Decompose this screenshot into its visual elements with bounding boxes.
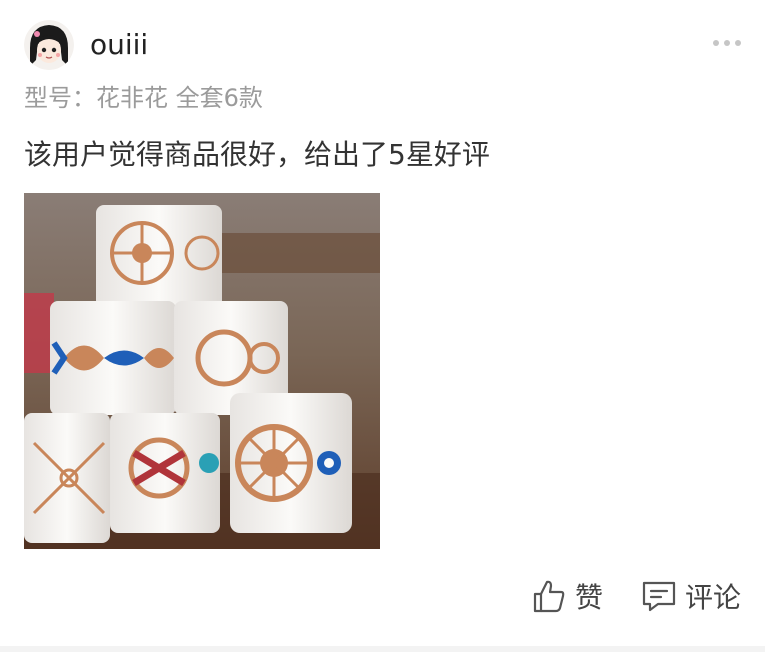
post-header: ouiii: [24, 18, 745, 72]
action-bar: 赞 评论: [531, 578, 741, 618]
bottom-divider: [0, 646, 765, 652]
username[interactable]: ouiii: [90, 31, 148, 59]
comment-label: 评论: [684, 581, 741, 614]
comment-button[interactable]: 评论: [641, 578, 741, 618]
review-photo[interactable]: [24, 193, 380, 549]
comment-bubble-icon: [641, 578, 677, 618]
product-model: 型号：花非花 全套6款: [24, 84, 263, 112]
more-dots-icon[interactable]: [713, 40, 741, 46]
like-label: 赞: [574, 581, 603, 614]
review-text: 该用户觉得商品很好，给出了5星好评: [24, 138, 490, 171]
like-button[interactable]: 赞: [531, 578, 603, 618]
thumbs-up-icon: [531, 578, 567, 618]
avatar[interactable]: [24, 20, 74, 70]
